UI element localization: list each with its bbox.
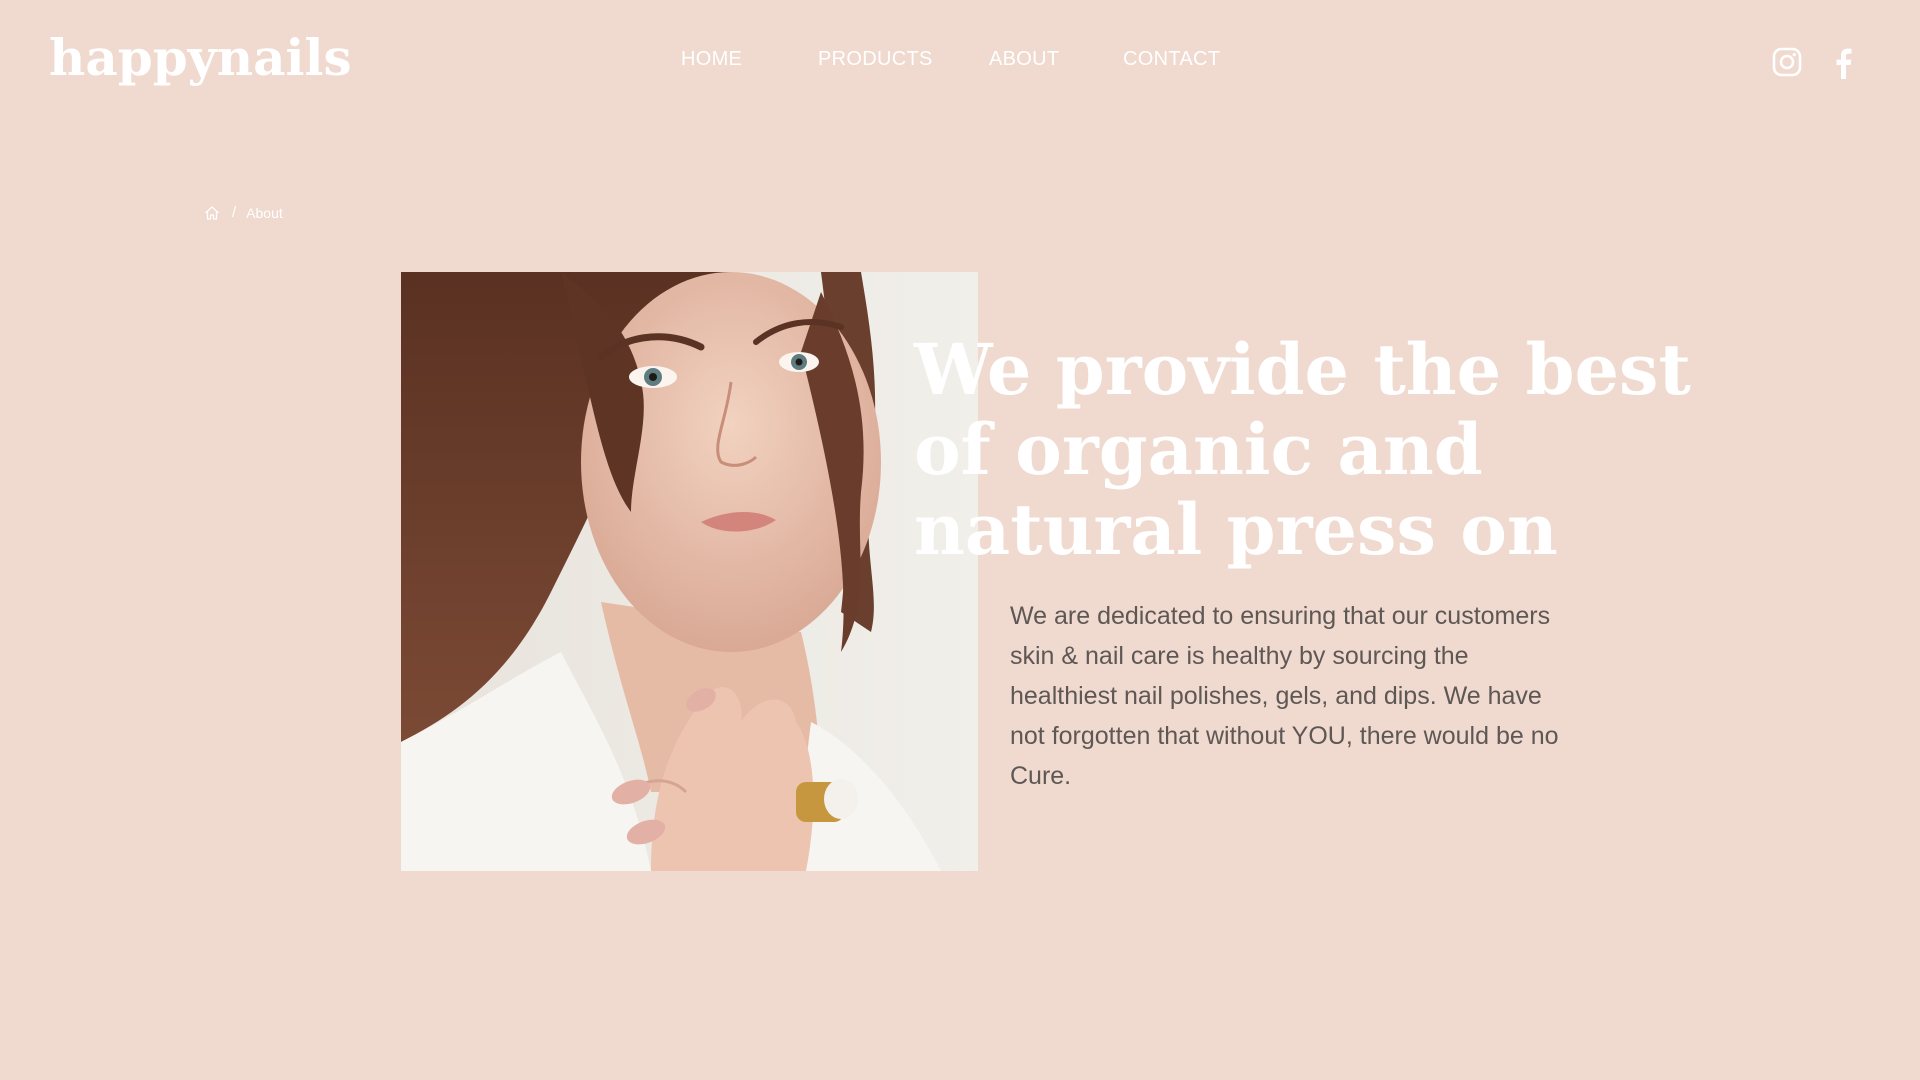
nav-home[interactable]: HOME: [681, 48, 742, 71]
hero-description: We are dedicated to ensuring that our cu…: [1010, 602, 1559, 790]
nav-products[interactable]: PRODUCTS: [818, 48, 933, 71]
logo[interactable]: happynails: [49, 28, 352, 87]
headline-line: of organic and: [914, 408, 1483, 491]
facebook-icon[interactable]: [1833, 47, 1853, 81]
about-page: happynails HOME PRODUCTS ABOUT CONTACT /…: [0, 0, 1920, 1080]
headline-line: We provide the best: [914, 328, 1691, 411]
breadcrumb: / About: [204, 204, 283, 221]
home-icon[interactable]: [204, 205, 220, 221]
instagram-icon[interactable]: [1772, 47, 1802, 81]
nav-contact[interactable]: CONTACT: [1123, 48, 1220, 71]
breadcrumb-current: About: [246, 204, 283, 221]
nav-about[interactable]: ABOUT: [989, 48, 1059, 71]
headline-line: natural press on: [914, 488, 1558, 571]
breadcrumb-separator: /: [232, 204, 237, 221]
hero-headline: We provide the best of organic and natur…: [914, 330, 1814, 570]
hero-photo: [401, 272, 978, 871]
